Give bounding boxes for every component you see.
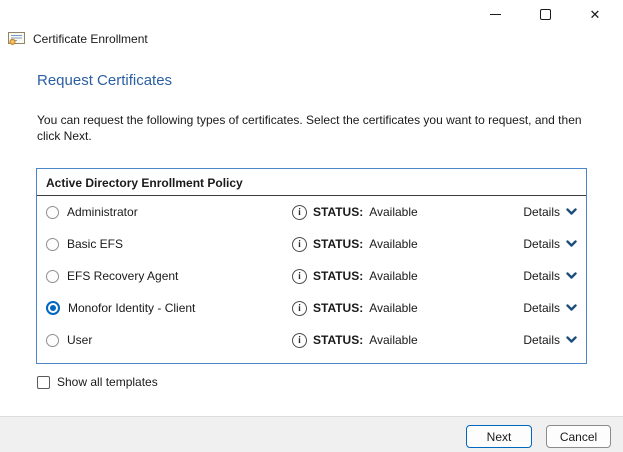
template-radio[interactable] (46, 334, 59, 347)
template-name-cell: User (46, 333, 292, 347)
template-row[interactable]: Monofor Identity - Client STATUS: Availa… (37, 292, 586, 324)
status-value: Available (369, 301, 417, 315)
details-label: Details (523, 301, 560, 315)
enrollment-policy-box: Active Directory Enrollment Policy Admin… (36, 168, 587, 364)
template-status-cell: STATUS: Available (292, 301, 497, 316)
details-expander[interactable]: Details (523, 301, 577, 315)
template-radio[interactable] (46, 301, 60, 315)
details-label: Details (523, 269, 560, 283)
template-status-cell: STATUS: Available (292, 205, 497, 220)
template-name: Basic EFS (67, 237, 123, 251)
details-label: Details (523, 333, 560, 347)
template-name-cell: Administrator (46, 205, 292, 219)
status-value: Available (369, 237, 417, 251)
template-radio[interactable] (46, 270, 59, 283)
footer-bar: Next Cancel (0, 416, 623, 452)
details-label: Details (523, 237, 560, 251)
maximize-button[interactable] (520, 0, 570, 28)
policy-group-header: Active Directory Enrollment Policy (37, 169, 586, 196)
template-name-cell: EFS Recovery Agent (46, 269, 292, 283)
details-expander[interactable]: Details (523, 237, 577, 251)
status-label: STATUS: (313, 237, 363, 251)
close-icon: ✕ (590, 8, 601, 21)
details-expander[interactable]: Details (523, 333, 577, 347)
template-status-cell: STATUS: Available (292, 237, 497, 252)
show-all-label: Show all templates (57, 375, 158, 389)
status-value: Available (369, 333, 417, 347)
template-row[interactable]: User STATUS: Available Details (37, 324, 586, 356)
maximize-icon (540, 9, 551, 20)
close-button[interactable]: ✕ (570, 0, 620, 28)
window-controls: ✕ (470, 0, 620, 28)
info-icon (291, 204, 308, 221)
info-icon (291, 268, 308, 285)
template-list: Administrator STATUS: Available Details … (37, 196, 586, 356)
status-label: STATUS: (313, 269, 363, 283)
template-name-cell: Monofor Identity - Client (46, 301, 292, 315)
template-name: Monofor Identity - Client (68, 301, 195, 315)
status-value: Available (369, 205, 417, 219)
chevron-down-icon (566, 240, 577, 248)
status-label: STATUS: (313, 333, 363, 347)
info-icon (291, 332, 308, 349)
template-status-cell: STATUS: Available (292, 333, 497, 348)
template-name: Administrator (67, 205, 138, 219)
status-label: STATUS: (313, 301, 363, 315)
info-icon (291, 236, 308, 253)
template-row[interactable]: Basic EFS STATUS: Available Details (37, 228, 586, 260)
template-radio[interactable] (46, 206, 59, 219)
details-expander[interactable]: Details (523, 205, 577, 219)
app-header: Certificate Enrollment (8, 31, 148, 46)
template-row[interactable]: EFS Recovery Agent STATUS: Available Det… (37, 260, 586, 292)
status-value: Available (369, 269, 417, 283)
chevron-down-icon (566, 336, 577, 344)
template-status-cell: STATUS: Available (292, 269, 497, 284)
template-name: User (67, 333, 92, 347)
page-description: You can request the following types of c… (37, 112, 593, 144)
next-button[interactable]: Next (466, 425, 532, 448)
details-label: Details (523, 205, 560, 219)
template-row[interactable]: Administrator STATUS: Available Details (37, 196, 586, 228)
template-name-cell: Basic EFS (46, 237, 292, 251)
show-all-templates[interactable]: Show all templates (37, 375, 158, 389)
template-radio[interactable] (46, 238, 59, 251)
certificate-icon (8, 31, 26, 46)
info-icon (291, 300, 308, 317)
certificate-enrollment-window: ✕ Certificate Enrollment Request Certifi… (0, 0, 623, 452)
chevron-down-icon (566, 208, 577, 216)
show-all-checkbox[interactable] (37, 376, 50, 389)
app-title: Certificate Enrollment (33, 32, 148, 46)
details-expander[interactable]: Details (523, 269, 577, 283)
status-label: STATUS: (313, 205, 363, 219)
chevron-down-icon (566, 304, 577, 312)
page-title: Request Certificates (37, 72, 172, 89)
chevron-down-icon (566, 272, 577, 280)
cancel-button[interactable]: Cancel (546, 425, 611, 448)
minimize-icon (490, 14, 501, 15)
template-name: EFS Recovery Agent (67, 269, 178, 283)
minimize-button[interactable] (470, 0, 520, 28)
